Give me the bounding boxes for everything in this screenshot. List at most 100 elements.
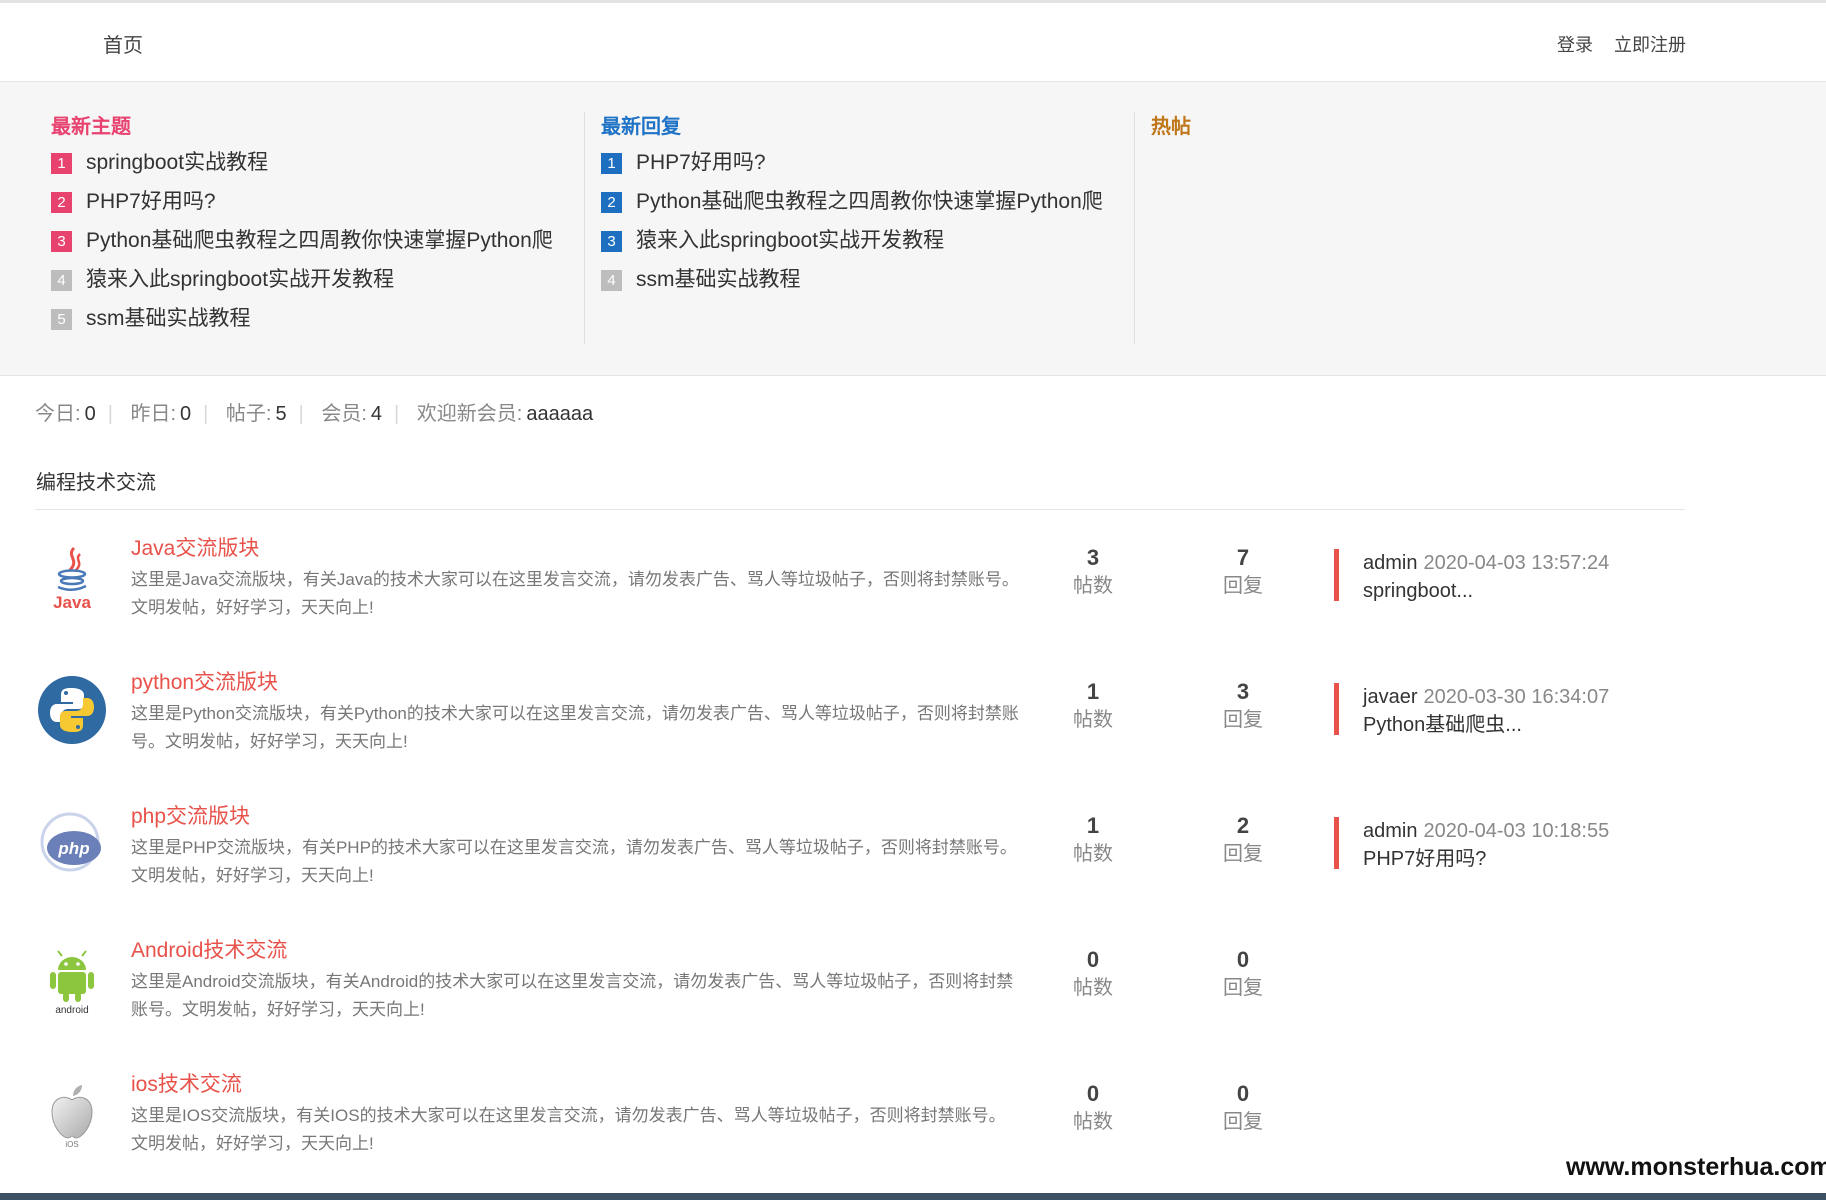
stat-welcome-label: 欢迎新会员: xyxy=(416,403,523,425)
stat-yesterday-value: 0 xyxy=(180,403,192,425)
latest-replies-column: 最新回复 1 PHP7好用吗? 2 Python基础爬虫教程之四周教你快速掌握Pyt… xyxy=(601,112,1141,304)
forum-post-count: 1 帖数 xyxy=(1038,812,1148,868)
forum-reply-count: 2 回复 xyxy=(1188,812,1298,868)
reply-count-value: 3 xyxy=(1236,679,1250,704)
last-post-time: 2020-04-03 10:18:55 xyxy=(1423,820,1610,842)
section-divider xyxy=(35,509,1685,510)
stat-members-label: 会员: xyxy=(321,403,367,425)
stat-separator: | xyxy=(298,403,304,425)
topic-link[interactable]: springboot实战教程 xyxy=(86,151,268,174)
svg-text:android: android xyxy=(55,1005,88,1014)
latest-topics-list: 1 springboot实战教程 2 PHP7好用吗? 3 Python基础爬虫教程之… xyxy=(51,148,591,343)
login-link[interactable]: 登录 xyxy=(1557,31,1593,57)
forum-title-link[interactable]: ios技术交流 xyxy=(131,1068,242,1098)
last-post-title[interactable]: Python基础爬虫... xyxy=(1363,711,1609,739)
list-item[interactable]: 4 ssm基础实战教程 xyxy=(601,265,1141,304)
forum-last-post[interactable]: admin 2020-04-03 13:57:24 springboot... xyxy=(1334,549,1609,602)
forum-title-link[interactable]: Android技术交流 xyxy=(131,934,287,964)
python-logo-icon[interactable] xyxy=(36,674,108,746)
rank-badge: 1 xyxy=(51,153,72,174)
last-post-title[interactable]: springboot... xyxy=(1363,577,1609,605)
post-count-value: 3 xyxy=(1086,545,1100,570)
topic-link[interactable]: PHP7好用吗? xyxy=(86,190,216,213)
forum-title-link[interactable]: python交流版块 xyxy=(131,666,278,696)
last-post-user[interactable]: javaer xyxy=(1363,686,1417,708)
post-count-value: 1 xyxy=(1086,813,1100,838)
forum-reply-count: 7 回复 xyxy=(1188,544,1298,600)
post-count-value: 0 xyxy=(1086,1081,1100,1106)
reply-count-label: 回复 xyxy=(1223,843,1263,865)
stat-today-label: 今日: xyxy=(35,403,81,425)
list-item[interactable]: 3 猿来入此springboot实战开发教程 xyxy=(601,226,1141,265)
topic-link[interactable]: PHP7好用吗? xyxy=(636,151,766,174)
post-count-label: 帖数 xyxy=(1073,843,1113,865)
forum-description: 这里是PHP交流版块，有关PHP的技术大家可以在这里发言交流，请勿发表广告、骂人… xyxy=(131,838,1017,885)
last-post-user[interactable]: admin xyxy=(1363,552,1417,574)
list-item[interactable]: 3 Python基础爬虫教程之四周教你快速掌握Python爬 xyxy=(51,226,591,265)
list-item[interactable]: 4 猿来入此springboot实战开发教程 xyxy=(51,265,591,304)
site-stats: 今日: 0 | 昨日: 0 | 帖子: 5 | 会员: 4 | 欢迎新会员: aaaaaa xyxy=(35,397,593,426)
topic-link[interactable]: ssm基础实战教程 xyxy=(636,268,801,291)
last-post-title[interactable]: PHP7好用吗? xyxy=(1363,845,1609,873)
register-link[interactable]: 立即注册 xyxy=(1614,31,1686,57)
list-item[interactable]: 1 springboot实战教程 xyxy=(51,148,591,187)
topic-link[interactable]: Python基础爬虫教程之四周教你快速掌握Python爬 xyxy=(636,190,1103,213)
list-item[interactable]: 2 Python基础爬虫教程之四周教你快速掌握Python爬 xyxy=(601,187,1141,226)
reply-count-label: 回复 xyxy=(1223,575,1263,597)
svg-text:php: php xyxy=(57,839,89,858)
forum-post-count: 1 帖数 xyxy=(1038,678,1148,734)
reply-count-label: 回复 xyxy=(1223,709,1263,731)
hot-posts-column: 热帖 xyxy=(1151,112,1691,148)
top-navbar: 首页 登录 立即注册 xyxy=(0,3,1826,82)
php-logo-icon[interactable]: php xyxy=(36,808,108,880)
forum-last-post[interactable]: javaer 2020-03-30 16:34:07 Python基础爬虫... xyxy=(1334,683,1609,736)
hot-panel: 最新主题 1 springboot实战教程 2 PHP7好用吗? 3 Python基础… xyxy=(0,82,1826,376)
post-count-label: 帖数 xyxy=(1073,1111,1113,1133)
stat-today-value: 0 xyxy=(84,403,96,425)
rank-badge: 3 xyxy=(601,231,622,252)
svg-text:Java: Java xyxy=(53,593,91,612)
latest-topics-column: 最新主题 1 springboot实战教程 2 PHP7好用吗? 3 Python基础… xyxy=(51,112,591,343)
apple-logo-icon[interactable]: iOS xyxy=(36,1076,108,1149)
forum-row-php: php php交流版块 这里是PHP交流版块，有关PHP的技术大家可以在这里发言… xyxy=(0,788,1826,922)
topic-link[interactable]: 猿来入此springboot实战开发教程 xyxy=(636,229,944,252)
stat-separator: | xyxy=(394,403,400,425)
rank-badge: 1 xyxy=(601,153,622,174)
rank-badge: 3 xyxy=(51,231,72,252)
forum-row-android: android Android技术交流 这里是Android交流版块，有关And… xyxy=(0,922,1826,1056)
forum-last-post[interactable]: admin 2020-04-03 10:18:55 PHP7好用吗? xyxy=(1334,817,1610,870)
post-count-value: 1 xyxy=(1086,679,1100,704)
last-post-user[interactable]: admin xyxy=(1363,820,1417,842)
topic-link[interactable]: Python基础爬虫教程之四周教你快速掌握Python爬 xyxy=(86,229,553,252)
reply-count-value: 7 xyxy=(1236,545,1250,570)
reply-count-value: 0 xyxy=(1236,947,1250,972)
list-item[interactable]: 2 PHP7好用吗? xyxy=(51,187,591,226)
forum-title-link[interactable]: php交流版块 xyxy=(131,800,250,830)
stat-separator: | xyxy=(203,403,209,425)
forum-post-count: 0 帖数 xyxy=(1038,1080,1148,1136)
newest-member-link[interactable]: aaaaaa xyxy=(526,403,593,425)
watermark: www.monsterhua.com xyxy=(1566,1142,1826,1193)
topic-link[interactable]: ssm基础实战教程 xyxy=(86,307,251,330)
latest-replies-list: 1 PHP7好用吗? 2 Python基础爬虫教程之四周教你快速掌握Python爬 … xyxy=(601,148,1141,304)
rank-badge: 5 xyxy=(51,309,72,330)
column-divider xyxy=(1134,112,1135,344)
post-count-label: 帖数 xyxy=(1073,709,1113,731)
java-logo-icon[interactable]: Java xyxy=(36,540,108,612)
post-count-label: 帖数 xyxy=(1073,575,1113,597)
list-item[interactable]: 5 ssm基础实战教程 xyxy=(51,304,591,343)
topic-link[interactable]: 猿来入此springboot实战开发教程 xyxy=(86,268,394,291)
list-item[interactable]: 1 PHP7好用吗? xyxy=(601,148,1141,187)
nav-home-link[interactable]: 首页 xyxy=(103,29,143,58)
section-title: 编程技术交流 xyxy=(36,472,156,494)
bottom-bar xyxy=(0,1193,1826,1200)
stat-posts-label: 帖子: xyxy=(225,403,272,425)
android-logo-icon[interactable]: android xyxy=(36,942,108,1016)
forum-reply-count: 3 回复 xyxy=(1188,678,1298,734)
forum-description: 这里是IOS交流版块，有关IOS的技术大家可以在这里发言交流，请勿发表广告、骂人… xyxy=(131,1106,1006,1153)
forum-title-link[interactable]: Java交流版块 xyxy=(131,532,259,562)
forum-description: 这里是Python交流版块，有关Python的技术大家可以在这里发言交流，请勿发… xyxy=(131,704,1019,751)
stat-separator: | xyxy=(107,403,113,425)
forum-reply-count: 0 回复 xyxy=(1188,1080,1298,1136)
reply-count-label: 回复 xyxy=(1223,977,1263,999)
